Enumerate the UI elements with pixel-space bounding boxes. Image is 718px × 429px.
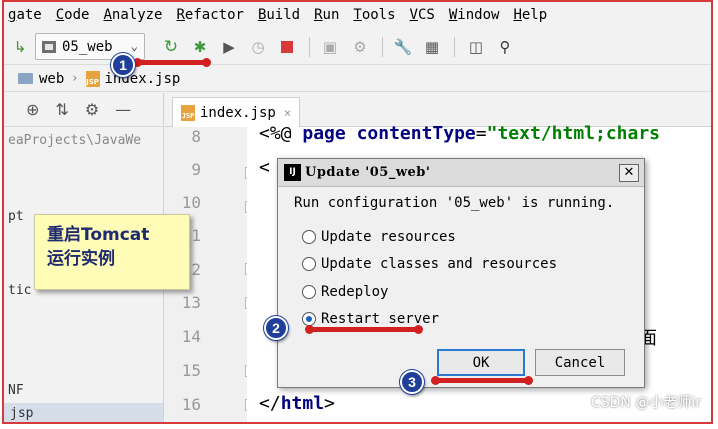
gear-icon[interactable]: ⚙ — [85, 100, 99, 119]
menu-run[interactable]: Run — [314, 7, 339, 23]
line-number: 14 — [181, 327, 201, 346]
project-tree-item[interactable]: eaProjects\JavaWe — [8, 133, 141, 148]
code-token: > — [324, 393, 335, 414]
menu-navigate[interactable]: gate — [8, 7, 42, 23]
toolbar-divider — [454, 37, 455, 57]
chevron-down-icon: ⌄ — [130, 39, 138, 53]
step-badge-1: 1 — [111, 53, 135, 77]
menu-build[interactable]: Build — [258, 7, 300, 23]
close-icon[interactable]: ✕ — [619, 164, 639, 182]
menubar: gate Code Analyze Refactor Build Run Too… — [4, 2, 711, 28]
menu-vcs[interactable]: VCS — [410, 7, 435, 23]
annotation-underline — [133, 58, 211, 67]
line-number: 9 — [191, 160, 201, 179]
jsp-file-icon: JSP — [181, 104, 195, 121]
ide-window: gate Code Analyze Refactor Build Run Too… — [2, 0, 713, 424]
radio-button[interactable] — [302, 257, 316, 271]
code-token: <%@ — [259, 123, 303, 144]
code-token: html — [280, 393, 325, 414]
code-line-16: </html> — [259, 393, 335, 414]
menu-help[interactable]: Help — [513, 7, 547, 23]
annotation-underline — [431, 376, 533, 385]
breadcrumb-separator-icon: › — [72, 71, 78, 86]
toolbar-divider — [309, 37, 310, 57]
collapse-icon[interactable]: ⇅ — [55, 100, 68, 119]
project-structure-icon[interactable]: ▦ — [422, 37, 442, 57]
settings-wrench-icon[interactable]: 🔧 — [393, 37, 413, 57]
intellij-logo-icon: IJ — [284, 164, 301, 181]
menu-window[interactable]: Window — [449, 7, 500, 23]
main-toolbar: ↳ 05_web ⌄ ↻ ✱ ▶ ◷ ▣ ⚙ 🔧 ▦ ◫ ⚲ — [4, 29, 711, 65]
update-dialog: IJ Update '05_web' ✕ Run configuration '… — [277, 158, 645, 388]
line-number: 8 — [191, 127, 201, 146]
option-label: Update resources — [321, 229, 456, 245]
annotation-underline — [305, 325, 423, 334]
dialog-titlebar[interactable]: IJ Update '05_web' ✕ — [278, 159, 644, 187]
option-update-resources[interactable]: Update resources — [302, 229, 456, 245]
radio-button[interactable] — [302, 285, 316, 299]
project-panel-toolbar: ⊕ ⇅ ⚙ — — [4, 93, 163, 127]
line-number: 13 — [181, 293, 201, 312]
minimize-icon[interactable]: — — [115, 100, 131, 119]
option-label: Redeploy — [321, 284, 389, 300]
line-number: 16 — [181, 395, 201, 414]
line-number: 15 — [181, 361, 201, 380]
project-tree-item: jsp — [10, 406, 34, 421]
step-badge-2: 2 — [264, 316, 288, 340]
config-icon — [42, 40, 56, 53]
target-icon[interactable]: ⊕ — [26, 100, 39, 119]
code-line-8: <%@ page contentType="text/html;chars — [259, 123, 660, 144]
editor-tabs: JSP index.jsp × — [165, 93, 711, 127]
note-line-1: 重启Tomcat — [47, 225, 150, 245]
menu-code[interactable]: Code — [56, 7, 90, 23]
code-token: page — [302, 123, 346, 144]
code-token: contentType — [356, 123, 476, 144]
breadcrumb-folder[interactable]: web — [39, 71, 64, 87]
watermark: CSDN @小老师ir — [590, 395, 701, 411]
coverage-icon[interactable]: ▶ — [219, 37, 239, 57]
code-token: "text/html;chars — [486, 123, 661, 144]
code-line-9: < — [259, 157, 270, 178]
cancel-button[interactable]: Cancel — [535, 349, 625, 376]
project-tree-item[interactable]: pt — [8, 209, 24, 224]
project-tree-item[interactable]: NF — [8, 383, 24, 398]
dialog-message: Run configuration '05_web' is running. — [294, 195, 615, 211]
option-update-classes-resources[interactable]: Update classes and resources — [302, 256, 557, 272]
deploy-icon[interactable]: ⚙ — [350, 37, 370, 57]
option-redeploy[interactable]: Redeploy — [302, 284, 388, 300]
step-badge-3: 3 — [400, 370, 424, 394]
note-line-2: 运行实例 — [47, 249, 115, 269]
build-icon[interactable]: ▣ — [320, 37, 340, 57]
code-token: = — [475, 123, 487, 144]
toolbar-divider — [382, 37, 383, 57]
menu-refactor[interactable]: Refactor — [176, 7, 243, 23]
line-number: 10 — [181, 193, 201, 212]
rerun-icon[interactable]: ↻ — [161, 37, 181, 57]
stop-icon[interactable] — [277, 37, 297, 57]
breadcrumb: web › JSP index.jsp — [4, 66, 711, 92]
option-label: Restart server — [321, 311, 440, 327]
debug-icon[interactable]: ✱ — [190, 37, 210, 57]
project-tree-item[interactable]: tic — [8, 283, 31, 298]
option-label: Update classes and resources — [321, 256, 558, 272]
profile-icon[interactable]: ◷ — [248, 37, 268, 57]
close-icon[interactable]: × — [284, 106, 291, 120]
radio-button[interactable] — [302, 230, 316, 244]
terminal-icon[interactable]: ◫ — [466, 37, 486, 57]
tab-label: index.jsp — [200, 104, 276, 121]
menu-analyze[interactable]: Analyze — [103, 7, 162, 23]
folder-icon — [18, 73, 33, 84]
back-arrow-icon[interactable]: ↳ — [10, 37, 30, 57]
dialog-title: Update '05_web' — [305, 165, 431, 180]
code-token: </ — [259, 393, 281, 414]
selected-tree-row[interactable]: jsp — [4, 403, 163, 422]
run-configuration-label: 05_web — [62, 38, 113, 55]
radio-button-selected[interactable] — [302, 312, 316, 326]
search-icon[interactable]: ⚲ — [495, 37, 515, 57]
jsp-file-icon: JSP — [85, 70, 100, 87]
annotation-note: 重启Tomcat 运行实例 — [34, 214, 190, 290]
ok-button[interactable]: OK — [437, 349, 525, 376]
menu-tools[interactable]: Tools — [353, 7, 395, 23]
